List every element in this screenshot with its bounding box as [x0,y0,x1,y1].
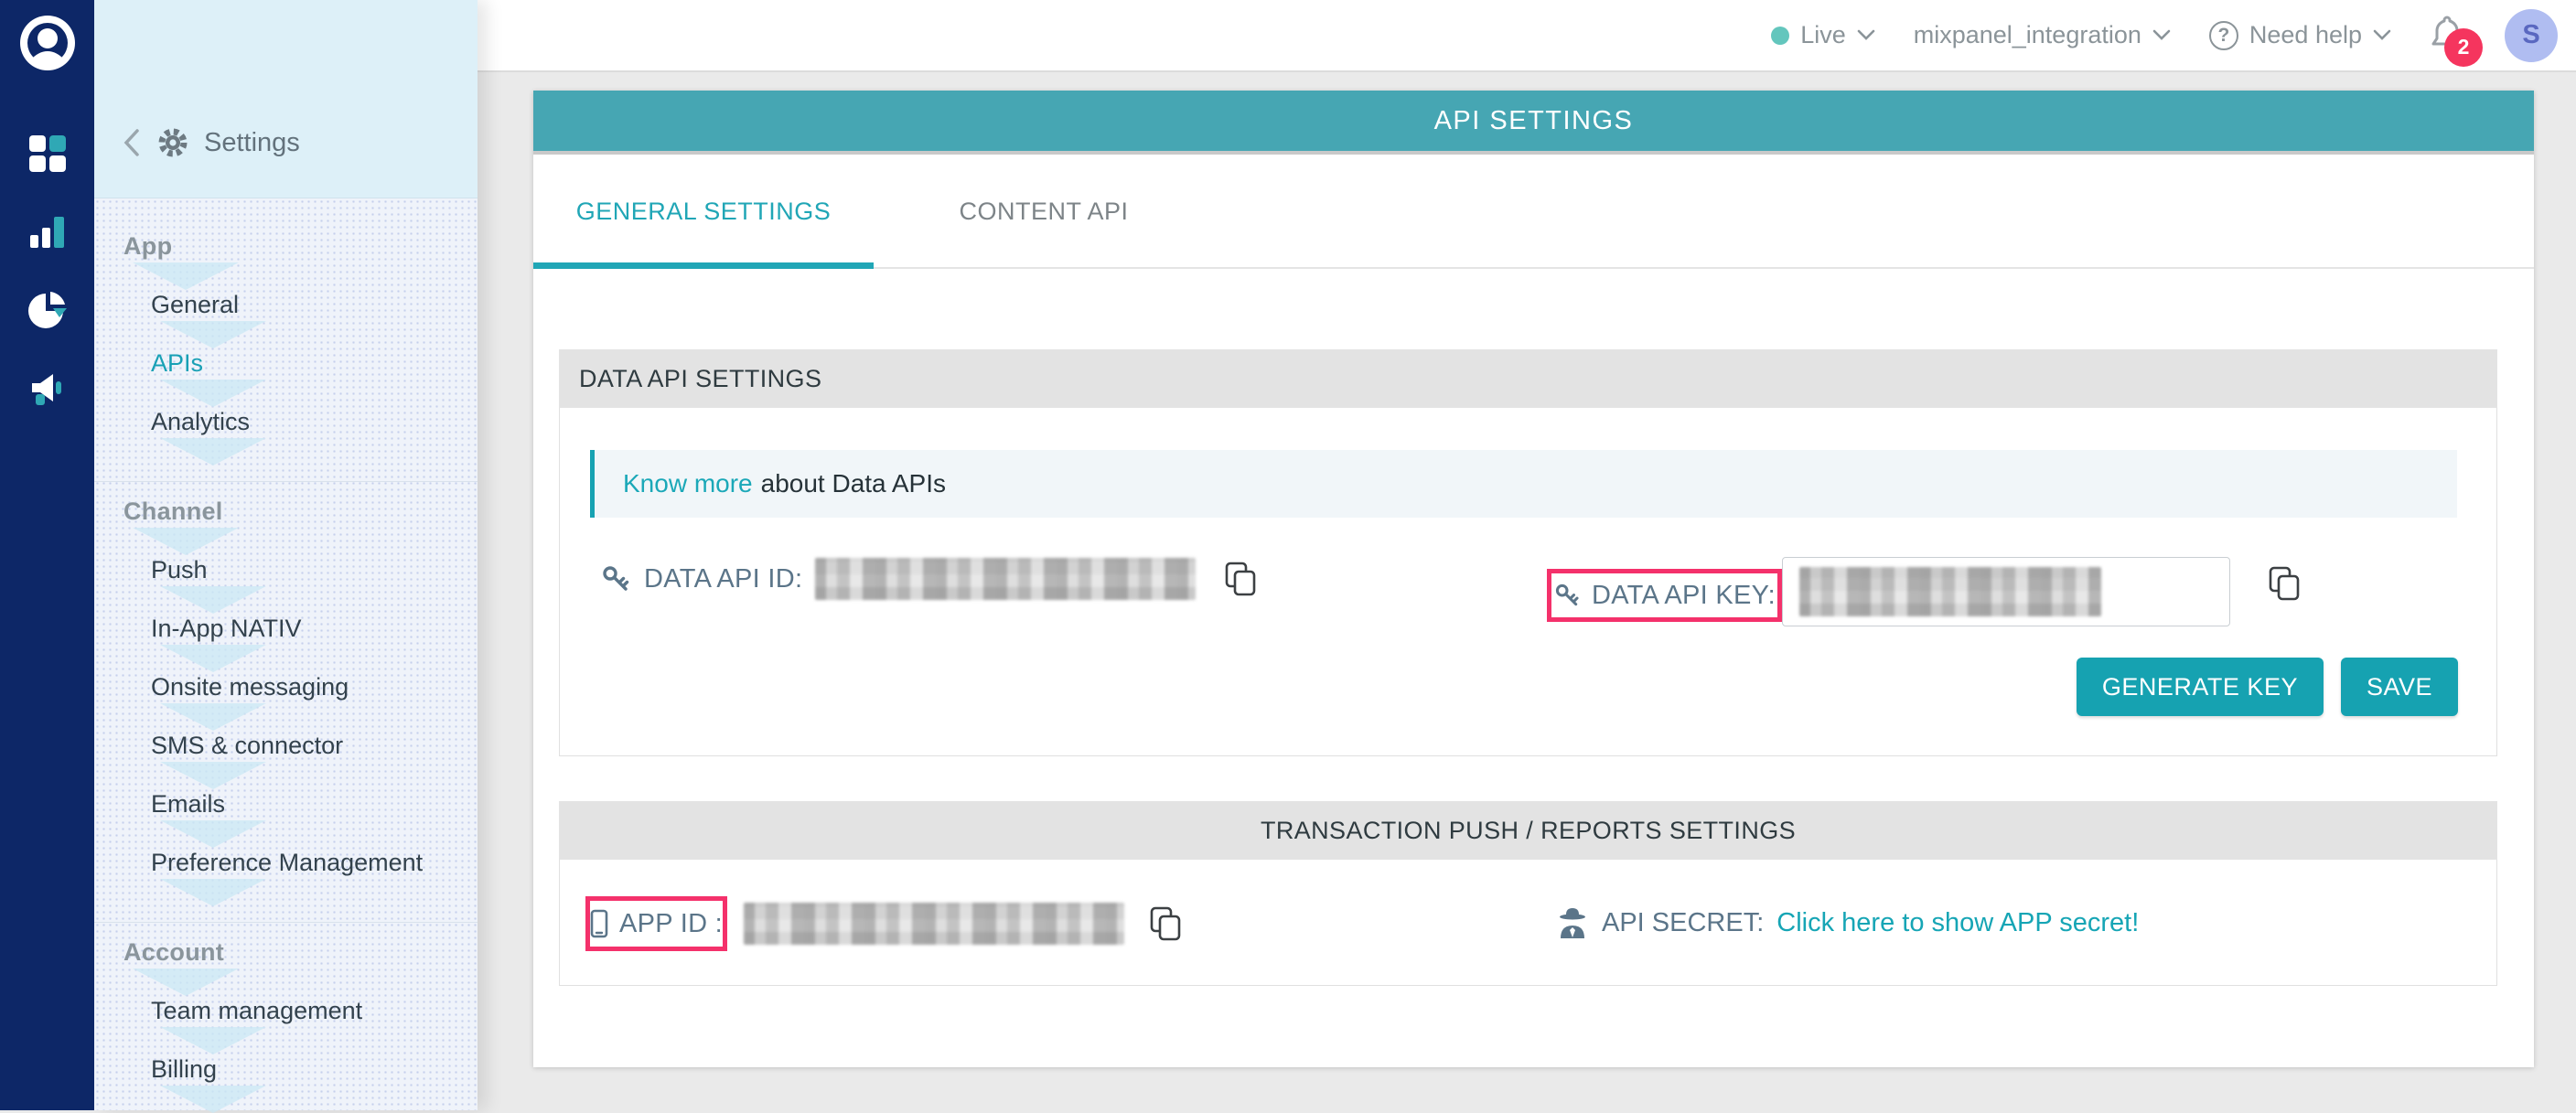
sidebar-item-general[interactable]: General [151,275,478,334]
help-icon: ? [2209,21,2238,50]
copy-app-id-button[interactable] [1148,905,1183,942]
app-id-label: APP ID : [619,909,723,939]
help-dropdown[interactable]: ? Need help [2209,21,2391,50]
sidebar-item-team-management[interactable]: Team management [151,981,478,1040]
data-api-key-label: DATA API KEY: [1592,581,1776,611]
spy-icon [1556,905,1589,940]
chevron-down-icon [2152,29,2171,41]
data-api-settings-section: DATA API SETTINGS Know more about Data A… [559,349,2497,756]
show-app-secret-link[interactable]: Click here to show APP secret! [1776,908,2139,938]
app-id-row: APP ID : [585,896,1183,951]
bar-chart-icon [27,211,69,253]
copy-data-api-id-button[interactable] [1223,561,1258,597]
settings-tabs: GENERAL SETTINGS CONTENT API [533,155,2534,269]
sidebar-item-onsite-messaging[interactable]: Onsite messaging [151,658,478,716]
back-chevron-icon[interactable] [122,127,142,158]
notification-count-badge: 2 [2444,28,2483,67]
chevron-down-icon [2373,29,2391,41]
data-api-id-label: DATA API ID: [644,564,802,594]
content-area: API SETTINGS GENERAL SETTINGS CONTENT AP… [478,72,2576,1110]
save-button[interactable]: SAVE [2341,658,2458,716]
sidebar-item-sms-connector[interactable]: SMS & connector [151,716,478,775]
panel-header: API SETTINGS [533,91,2534,155]
copy-data-api-key-button[interactable] [2267,565,2302,602]
help-label: Need help [2249,21,2362,49]
data-api-settings-header: DATA API SETTINGS [559,349,2497,408]
project-name: mixpanel_integration [1914,21,2141,49]
dashboard-grid-icon [27,133,69,175]
sidebar-title: Settings [204,128,300,158]
key-icon [1553,582,1581,609]
mobile-phone-icon [590,909,608,938]
callout-text: about Data APIs [761,469,946,498]
reports-nav-button[interactable] [26,289,70,333]
topbar: Live mixpanel_integration ? Need help 2 … [478,0,2576,72]
sidebar-item-preference-management[interactable]: Preference Management [151,833,478,892]
left-icon-rail [0,0,94,1110]
page-title: API SETTINGS [1434,106,1634,136]
sidebar-item-billing[interactable]: Billing [151,1040,478,1098]
data-api-key-input[interactable] [1782,557,2230,626]
copy-icon [2267,565,2302,602]
sidebar-item-inapp-nativ[interactable]: In-App NATIV [151,599,478,658]
copy-icon [1148,905,1183,942]
user-logo-icon [19,15,76,71]
data-api-id-value-masked [815,558,1196,600]
pie-chart-icon [27,290,69,332]
nav-section-app: App [123,217,478,275]
environment-dropdown[interactable]: Live [1771,21,1875,49]
tab-general-settings[interactable]: GENERAL SETTINGS [533,155,874,267]
nav-section-account: Account [123,923,478,981]
transaction-settings-section: TRANSACTION PUSH / REPORTS SETTINGS APP … [559,801,2497,986]
campaigns-nav-button[interactable] [26,368,70,412]
data-api-key-value-masked [1799,567,2101,616]
generate-key-button[interactable]: GENERATE KEY [2077,658,2324,716]
sidebar-item-apis[interactable]: APIs [151,334,478,392]
sidebar-nav: App General APIs Analytics Channel Push … [94,198,478,1110]
sidebar-item-analytics[interactable]: Analytics [151,392,478,451]
notifications-button[interactable]: 2 [2430,14,2466,58]
api-secret-row: API SECRET: Click here to show APP secre… [1556,860,2139,986]
data-api-actions: GENERATE KEY SAVE [2077,658,2458,716]
key-icon [600,563,631,594]
api-secret-label: API SECRET: [1602,908,1764,938]
app-id-value-masked [744,903,1124,945]
api-settings-panel: API SETTINGS GENERAL SETTINGS CONTENT AP… [533,91,2534,1067]
user-avatar[interactable]: S [2505,9,2558,62]
sidebar-item-push[interactable]: Push [151,540,478,599]
megaphone-icon [27,369,69,411]
know-more-callout: Know more about Data APIs [590,450,2457,518]
sidebar-header: Settings [94,0,478,198]
transaction-settings-header: TRANSACTION PUSH / REPORTS SETTINGS [559,801,2497,860]
chevron-down-icon [1857,29,1875,41]
dashboard-nav-button[interactable] [26,132,70,176]
gear-icon [156,126,189,159]
app-id-highlight-box: APP ID : [585,896,727,951]
data-api-key-highlight-box: DATA API KEY: [1547,569,1782,622]
live-status-dot [1771,27,1789,45]
know-more-link[interactable]: Know more [623,469,753,498]
sidebar-item-emails[interactable]: Emails [151,775,478,833]
nav-section-channel: Channel [123,482,478,540]
data-api-id-row: DATA API ID: [600,558,1258,600]
tab-content-api[interactable]: CONTENT API [874,155,1214,267]
project-dropdown[interactable]: mixpanel_integration [1914,21,2171,49]
data-api-settings-body: Know more about Data APIs DATA API ID: [559,408,2497,756]
copy-icon [1223,561,1258,597]
settings-sidebar: Settings App General APIs Analytics Chan… [94,0,478,1110]
brand-logo[interactable] [19,15,76,71]
analytics-nav-button[interactable] [26,210,70,254]
environment-label: Live [1800,21,1846,49]
transaction-settings-body: APP ID : [559,860,2497,986]
